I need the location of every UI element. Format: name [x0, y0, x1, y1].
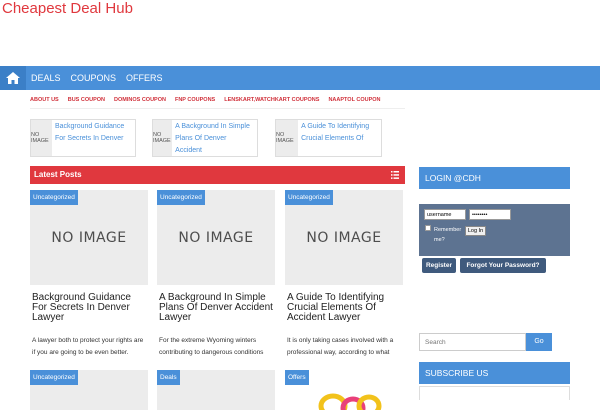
main-navbar: DEALS COUPONS OFFERS [0, 66, 600, 90]
username-field[interactable] [424, 209, 466, 220]
post-excerpt: For the extreme Wyoming winters contribu… [159, 337, 264, 356]
post-thumbnail[interactable] [315, 384, 385, 410]
search-button[interactable]: Go [526, 333, 552, 351]
category-badge[interactable]: Offers [285, 370, 309, 385]
post-title[interactable]: Background Guidance For Secrets In Denve… [30, 293, 148, 323]
forgot-password-button[interactable]: Forgot Your Password? [460, 258, 546, 273]
featured-thumbnail: NO IMAGE [276, 120, 299, 156]
category-badge[interactable]: Deals [157, 370, 180, 385]
home-icon [6, 72, 20, 84]
divider [30, 108, 405, 109]
post-card[interactable]: Deals [157, 370, 275, 410]
post-title[interactable]: A Guide To Identifying Crucial Elements … [285, 293, 403, 323]
subnav-naaptol-coupon[interactable]: NAAPTOL COUPON [328, 94, 380, 106]
home-button[interactable] [0, 66, 26, 90]
category-badge[interactable]: Uncategorized [30, 370, 78, 385]
subnav-about-us[interactable]: ABOUT US [30, 94, 59, 106]
subscribe-heading: SUBSCRIBE US [419, 362, 570, 384]
featured-thumbnail: NO IMAGE [153, 120, 173, 156]
post-title[interactable]: A Background In Simple Plans Of Denver A… [157, 293, 275, 323]
latest-posts-heading: Latest Posts [34, 170, 82, 179]
subnav-fnp-coupons[interactable]: FNP COUPONS [175, 94, 215, 106]
subnav-lenskart-coupons[interactable]: LENSKART,WATCHKART COUPONS [224, 94, 319, 106]
register-button[interactable]: Register [422, 258, 456, 273]
remember-label: Remember me? [434, 227, 462, 243]
post-card[interactable]: Uncategorized [30, 370, 148, 410]
featured-title[interactable]: A Guide To Identifying Crucial Elements … [298, 120, 381, 156]
nav-deals[interactable]: DEALS [26, 66, 66, 90]
remember-checkbox[interactable] [425, 225, 431, 231]
post-excerpt: It is only taking cases involved with a … [287, 337, 394, 356]
subnav-dominos-coupon[interactable]: DOMINOS COUPON [114, 94, 166, 106]
post-card[interactable]: NO IMAGE Uncategorized Background Guidan… [30, 190, 148, 359]
featured-post[interactable]: NO IMAGE Background Guidance For Secrets… [30, 119, 136, 157]
site-title[interactable]: Cheapest Deal Hub [2, 0, 133, 17]
nav-offers[interactable]: OFFERS [121, 66, 168, 90]
post-card[interactable]: NO IMAGE Uncategorized A Guide To Identi… [285, 190, 403, 359]
category-badge[interactable]: Uncategorized [30, 190, 78, 205]
nav-coupons[interactable]: COUPONS [66, 66, 122, 90]
post-excerpt: A lawyer both to protect your rights are… [32, 337, 144, 356]
login-panel: Remember me? Log In [419, 204, 570, 256]
featured-post[interactable]: NO IMAGE A Background In Simple Plans Of… [152, 119, 258, 157]
featured-thumbnail: NO IMAGE [31, 120, 52, 156]
category-badge[interactable]: Uncategorized [157, 190, 205, 205]
list-view-icon[interactable] [391, 171, 399, 179]
subscribe-panel [419, 386, 570, 400]
featured-post[interactable]: NO IMAGE A Guide To Identifying Crucial … [275, 119, 382, 157]
login-heading: LOGIN @CDH [419, 167, 570, 189]
category-badge[interactable]: Uncategorized [285, 190, 333, 205]
featured-title[interactable]: Background Guidance For Secrets In Denve… [52, 120, 135, 156]
search-input[interactable] [419, 333, 526, 351]
latest-posts-header: Latest Posts [30, 166, 405, 184]
post-card[interactable]: Offers [285, 370, 403, 410]
featured-title[interactable]: A Background In Simple Plans Of Denver A… [172, 120, 257, 156]
login-button[interactable]: Log In [465, 226, 486, 236]
password-field[interactable] [469, 209, 511, 220]
post-card[interactable]: NO IMAGE Uncategorized A Background In S… [157, 190, 275, 359]
subnav-bus-coupon[interactable]: BUS COUPON [68, 94, 105, 106]
secondary-nav: ABOUT US BUS COUPON DOMINOS COUPON FNP C… [30, 94, 390, 106]
